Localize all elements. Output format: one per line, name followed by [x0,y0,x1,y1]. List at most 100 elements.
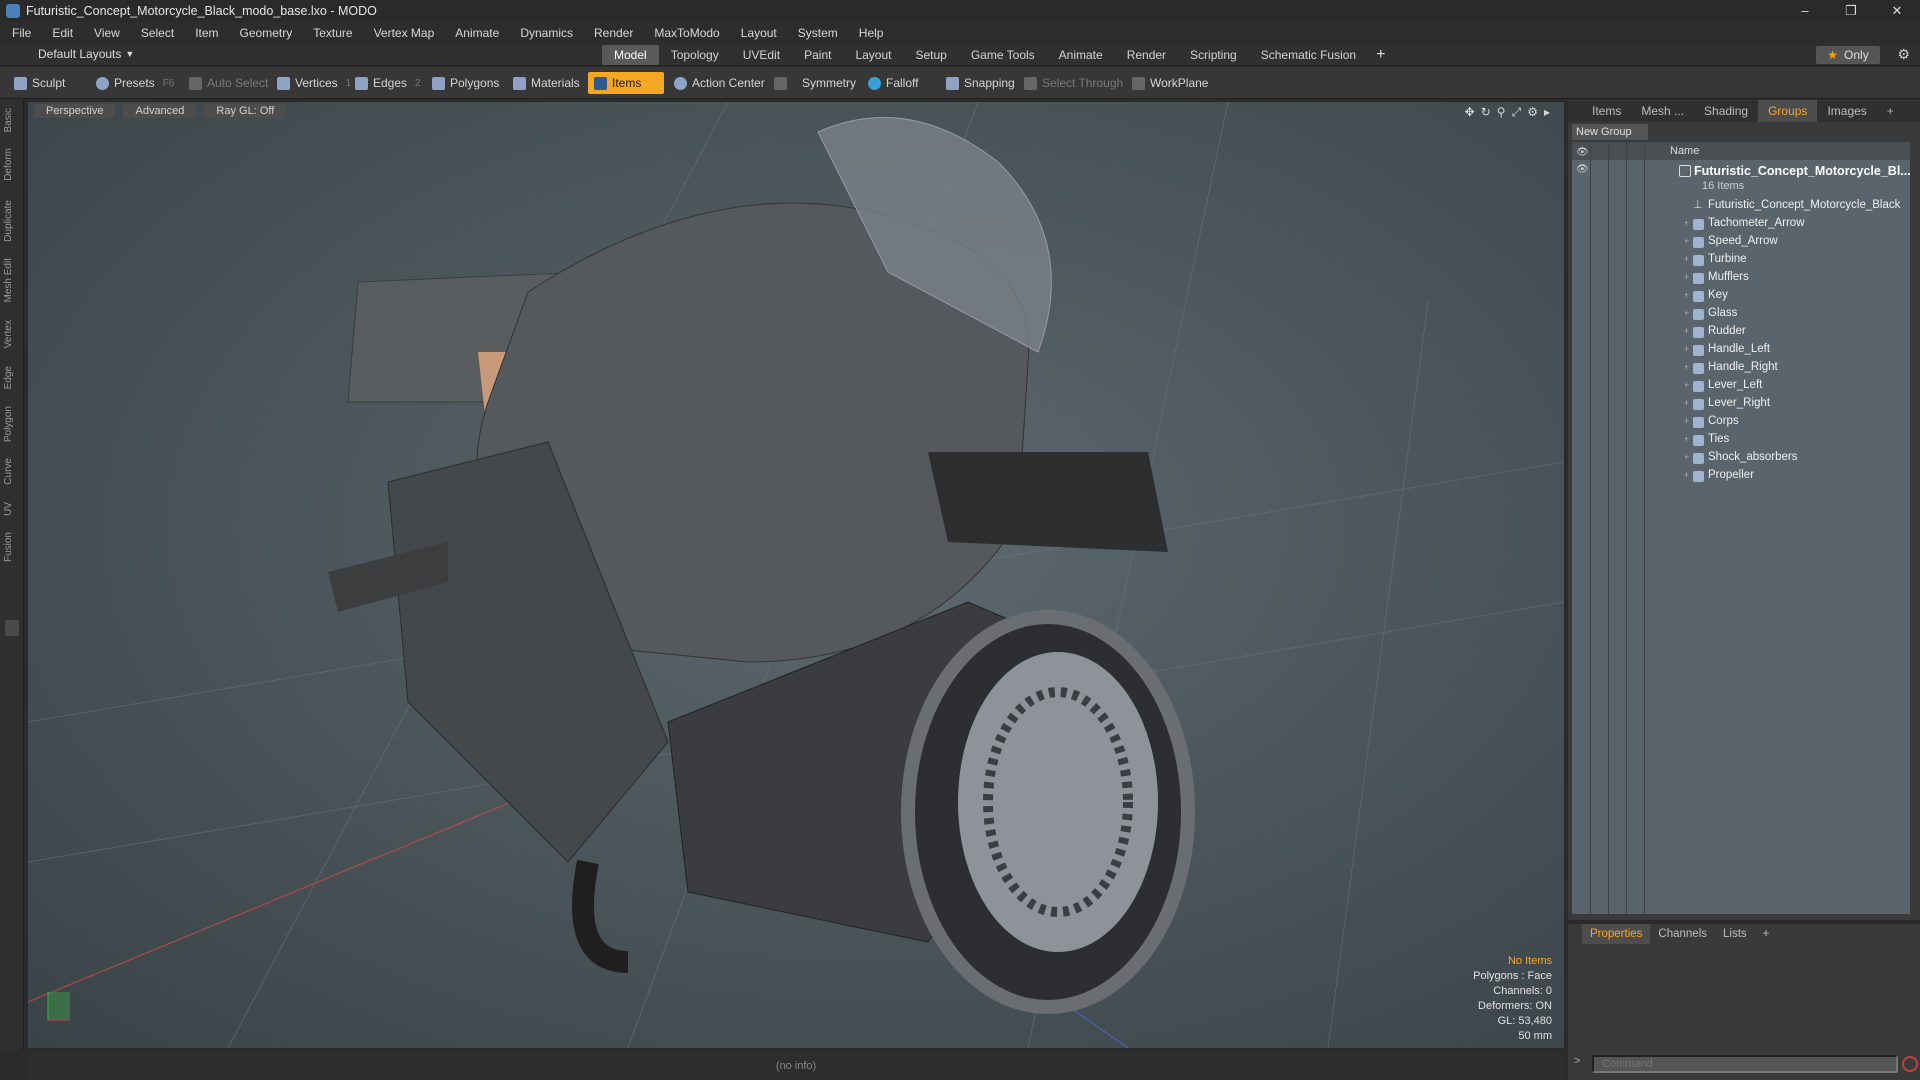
tab-properties[interactable]: Properties [1582,924,1651,944]
stop-icon[interactable] [1902,1056,1918,1072]
tab-layout[interactable]: Layout [843,45,903,65]
menu-vertex-map[interactable]: Vertex Map [374,26,435,40]
items-button[interactable]: Items [588,72,664,94]
list-item[interactable]: + Tachometer_Arrow [1572,216,1910,234]
tab-items[interactable]: Items [1582,100,1631,122]
rotate-icon[interactable]: ↻ [1481,105,1497,119]
expand-icon[interactable]: + [1684,470,1689,480]
view-shading-dropdown[interactable]: Advanced [123,104,197,118]
action-center-button[interactable]: Action Center [668,72,771,94]
left-tab-uv[interactable]: UV [3,502,21,516]
tab-scripting[interactable]: Scripting [1178,45,1249,65]
eye-icon[interactable]: 👁 [1576,164,1589,175]
menu-system[interactable]: System [798,26,838,40]
list-item[interactable]: + Shock_absorbers [1572,450,1910,468]
menu-dynamics[interactable]: Dynamics [520,26,573,40]
workplane-button[interactable]: WorkPlane [1126,72,1214,94]
left-tab-mesh-edit[interactable]: Mesh Edit [3,258,21,302]
tab-animate[interactable]: Animate [1047,45,1115,65]
menu-render[interactable]: Render [594,26,633,40]
list-item[interactable]: + Lever_Right [1572,396,1910,414]
tab-images[interactable]: Images [1817,100,1876,122]
presets-button[interactable]: Presets F6 [90,72,180,94]
list-item[interactable]: ⊥ Futuristic_Concept_Motorcycle_Black [1572,198,1910,216]
list-item[interactable]: + Rudder [1572,324,1910,342]
left-tab-duplicate[interactable]: Duplicate [3,200,21,242]
expand-icon[interactable]: + [1684,272,1689,282]
menu-item[interactable]: Item [195,26,218,40]
group-row[interactable]: 👁 Futuristic_Concept_Motorcycle_Bl... 16… [1572,162,1911,194]
list-item[interactable]: + Handle_Right [1572,360,1910,378]
minimize-button[interactable]: – [1782,0,1828,22]
tab-shading[interactable]: Shading [1694,100,1758,122]
tab-game-tools[interactable]: Game Tools [959,45,1047,65]
tab-schematic-fusion[interactable]: Schematic Fusion [1249,45,1368,65]
add-tab-button[interactable]: + [1368,45,1393,65]
list-item[interactable]: + Corps [1572,414,1910,432]
motorcycle-model[interactable] [328,117,1195,1014]
maximize-button[interactable]: ❐ [1828,0,1874,22]
add-panel-tab-button[interactable]: + [1877,100,1904,122]
add-properties-tab-button[interactable]: + [1755,924,1778,944]
menu-select[interactable]: Select [141,26,174,40]
view-perspective-dropdown[interactable]: Perspective [34,104,116,118]
expand-icon[interactable]: + [1684,452,1689,462]
raygl-toggle[interactable]: Ray GL: Off [204,104,287,118]
expand-icon[interactable]: + [1684,290,1689,300]
vertices-button[interactable]: Vertices 1 [271,72,357,94]
command-history-icon[interactable]: > [1574,1055,1580,1067]
tab-model[interactable]: Model [602,45,659,65]
list-item[interactable]: + Mufflers [1572,270,1910,288]
falloff-button[interactable]: Falloff [862,72,924,94]
polygons-button[interactable]: Polygons [426,72,505,94]
menu-geometry[interactable]: Geometry [240,26,293,40]
layout-dropdown[interactable]: Default Layouts ▼ [8,47,134,61]
select-through-button[interactable]: Select Through [1018,72,1129,94]
tab-lists[interactable]: Lists [1715,924,1755,944]
sculpt-button[interactable]: Sculpt [8,72,71,94]
list-item[interactable]: + Propeller [1572,468,1910,486]
menu-edit[interactable]: Edit [52,26,73,40]
edges-button[interactable]: Edges 2 [349,72,427,94]
tab-groups[interactable]: Groups [1758,100,1818,122]
left-tab-deform[interactable]: Deform [3,148,21,181]
list-item[interactable]: + Turbine [1572,252,1910,270]
left-tab-basic[interactable]: Basic [3,108,21,132]
viewport-menu-icon[interactable]: ▸ [1544,105,1556,119]
gear-icon[interactable]: ⚙ [1897,46,1910,63]
tab-channels[interactable]: Channels [1650,924,1715,944]
auto-select-button[interactable]: Auto Select [183,72,274,94]
expand-icon[interactable]: + [1684,236,1689,246]
expand-icon[interactable]: + [1684,380,1689,390]
command-input[interactable] [1592,1055,1898,1073]
3d-viewport[interactable]: Perspective Advanced Ray GL: Off ✥↻⚲⤢⚙▸ … [28,102,1564,1048]
fit-icon[interactable]: ⤢ [1512,105,1528,119]
name-column-header[interactable]: Name [1670,142,1699,160]
left-tab-curve[interactable]: Curve [3,458,21,485]
expand-icon[interactable]: + [1684,308,1689,318]
left-tab-polygon[interactable]: Polygon [3,406,21,442]
close-button[interactable]: ✕ [1874,0,1920,22]
menu-maxtomodo[interactable]: MaxToModo [654,26,719,40]
menu-animate[interactable]: Animate [455,26,499,40]
list-item[interactable]: + Glass [1572,306,1910,324]
viewport-settings-icon[interactable]: ⚙ [1527,105,1544,119]
symmetry-button[interactable]: Symmetry [768,72,862,94]
new-group-button[interactable]: New Group [1572,124,1648,140]
snapping-button[interactable]: Snapping [940,72,1021,94]
tab-render[interactable]: Render [1115,45,1178,65]
left-tab-fusion[interactable]: Fusion [3,532,21,562]
tab-setup[interactable]: Setup [903,45,958,65]
list-item[interactable]: + Speed_Arrow [1572,234,1910,252]
expand-icon[interactable]: + [1684,398,1689,408]
expand-icon[interactable]: + [1684,254,1689,264]
list-item[interactable]: + Lever_Left [1572,378,1910,396]
left-tab-edge[interactable]: Edge [3,366,21,389]
menu-layout[interactable]: Layout [741,26,777,40]
tab-topology[interactable]: Topology [659,45,731,65]
only-button[interactable]: ★ Only [1816,46,1880,64]
left-tab-vertex[interactable]: Vertex [3,320,21,348]
tab-paint[interactable]: Paint [792,45,843,65]
tab-uvedit[interactable]: UVEdit [731,45,792,65]
expand-icon[interactable]: + [1684,434,1689,444]
